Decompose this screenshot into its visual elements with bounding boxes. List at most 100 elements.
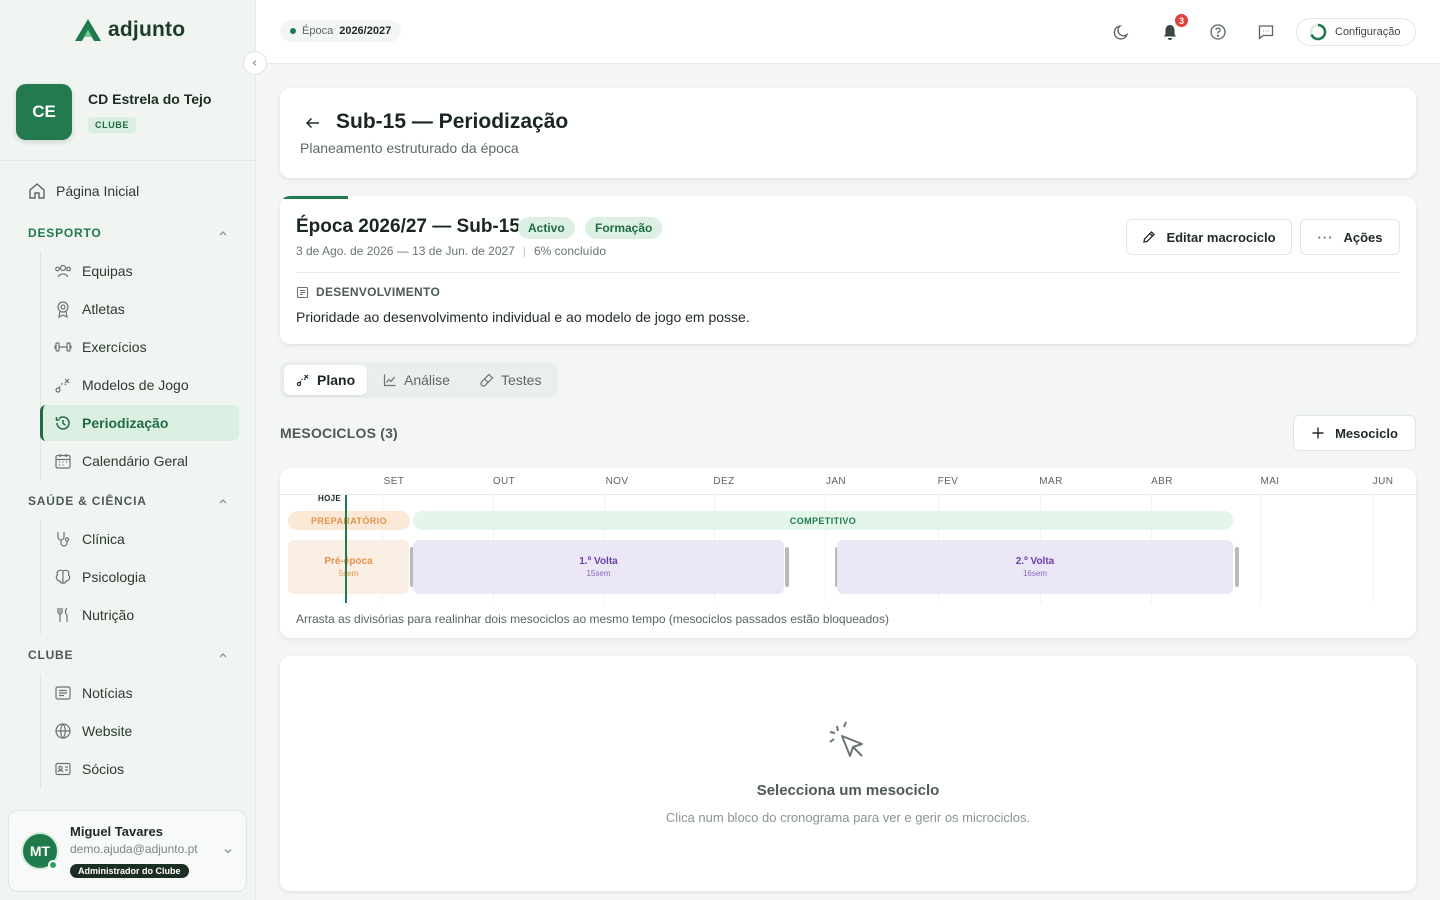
today-marker-label: HOJE (318, 494, 341, 503)
page-subtitle: Planeamento estruturado da época (300, 140, 519, 156)
month-label: OUT (492, 476, 516, 487)
sidebar-item-label: Nutrição (82, 607, 135, 623)
edit-macrocycle-button[interactable]: Editar macrociclo (1126, 219, 1292, 255)
mesocycle-name: Pré-época (324, 556, 373, 567)
sidebar-item-label: Periodização (82, 415, 169, 431)
season-value: 2026/2027 (339, 25, 392, 37)
sidebar-item-nutricao[interactable]: Nutrição (40, 597, 239, 633)
month-label: MAR (1039, 476, 1063, 487)
sidebar: adjunto CE CD Estrela do Tejo CLUBE Pági… (0, 0, 256, 900)
more-horizontal-icon: ··· (1317, 229, 1334, 245)
sidebar-item-exercicios[interactable]: Exercícios (40, 329, 239, 365)
actions-label: Ações (1343, 229, 1383, 245)
sidebar-item-psicologia[interactable]: Psicologia (40, 559, 239, 595)
today-marker-line (345, 495, 347, 603)
month-label: MAI (1260, 476, 1280, 487)
stethoscope-icon (54, 530, 72, 548)
season-selector[interactable]: Época 2026/2027 (280, 20, 402, 42)
sidebar-item-calendario-geral[interactable]: Calendário Geral (40, 443, 239, 479)
messages-button[interactable] (1254, 20, 1278, 44)
help-circle-icon (1210, 24, 1226, 40)
sidebar-collapse-button[interactable] (243, 51, 267, 75)
chevron-up-icon (219, 499, 227, 504)
calendar-icon (54, 452, 72, 470)
focus-label-text: DESENVOLVIMENTO (316, 285, 441, 299)
brain-icon (54, 568, 72, 586)
tab-label: Análise (404, 372, 450, 388)
chevron-up-icon (219, 653, 227, 658)
section-clube[interactable]: CLUBE (28, 648, 228, 662)
sidebar-item-equipas[interactable]: Equipas (40, 253, 239, 289)
dark-mode-toggle[interactable] (1110, 20, 1134, 44)
macrocycle-progress-bar (280, 196, 348, 199)
arrow-left-icon[interactable] (304, 114, 322, 132)
sidebar-item-label: Website (82, 723, 133, 739)
sidebar-item-label: Clínica (82, 531, 125, 547)
sidebar-item-home[interactable]: Página Inicial (28, 173, 227, 209)
sidebar-item-label: Atletas (82, 301, 125, 317)
section-saude-ciencia[interactable]: SAÚDE & CIÊNCIA (28, 494, 228, 508)
club-switcher[interactable]: CE CD Estrela do Tejo CLUBE (16, 84, 240, 140)
sidebar-item-clinica[interactable]: Clínica (40, 521, 239, 557)
newspaper-icon (54, 684, 72, 702)
sidebar-item-periodizacao[interactable]: Periodização (40, 405, 239, 441)
configuration-label: Configuração (1335, 26, 1401, 38)
focus-description: Prioridade ao desenvolvimento individual… (296, 309, 750, 325)
mesocycle-divider-handle[interactable] (1235, 547, 1239, 587)
sidebar-item-noticias[interactable]: Notícias (40, 675, 239, 711)
club-type-badge: CLUBE (88, 117, 136, 133)
user-menu[interactable]: MT Miguel Tavares demo.ajuda@adjunto.pt … (8, 810, 247, 892)
mesocycle-name: 2.º Volta (1015, 556, 1055, 567)
chevron-up-icon (219, 231, 227, 236)
edit-macrocycle-label: Editar macrociclo (1166, 229, 1276, 245)
tactics-icon (54, 376, 72, 394)
tab-testes[interactable]: Testes (468, 365, 553, 395)
user-email: demo.ajuda@adjunto.pt (70, 842, 198, 856)
sidebar-divider (0, 160, 255, 161)
test-tube-icon (480, 373, 494, 387)
configuration-button[interactable]: Configuração (1296, 18, 1416, 46)
page-header: Sub-15 — Periodização Planeamento estrut… (280, 88, 1416, 178)
macrocycle-meta: 3 de Ago. de 2026 — 13 de Jun. de 2027 |… (296, 244, 606, 258)
topbar: Época 2026/2027 3 Configuração (256, 0, 1440, 64)
sidebar-item-website[interactable]: Website (40, 713, 239, 749)
mesocycle-divider-handle[interactable] (785, 547, 789, 587)
help-button[interactable] (1206, 20, 1230, 44)
sidebar-item-atletas[interactable]: Atletas (40, 291, 239, 327)
month-label: JUN (1372, 476, 1394, 487)
brand-name: adjunto (108, 18, 186, 41)
sidebar-item-label: Notícias (82, 685, 133, 701)
page-title: Sub-15 — Periodização (336, 110, 569, 133)
tab-plano[interactable]: Plano (284, 365, 368, 395)
tab-label: Testes (501, 372, 542, 388)
mesocycle-name: 1.º Volta (579, 556, 618, 567)
sidebar-item-label: Psicologia (82, 569, 146, 585)
adjunto-logo-icon (75, 19, 101, 41)
sidebar-item-modelos-de-jogo[interactable]: Modelos de Jogo (40, 367, 239, 403)
category-badge: Formação (585, 217, 663, 239)
macrocycle-progress-text: 6% concluído (533, 244, 607, 258)
user-name: Miguel Tavares (70, 824, 163, 839)
month-label: NOV (605, 476, 629, 487)
month-gridline (1373, 495, 1374, 603)
actions-menu-button[interactable]: ··· Ações (1300, 219, 1400, 255)
sidebar-item-label: Calendário Geral (82, 453, 188, 469)
add-mesocycle-button[interactable]: Mesociclo (1293, 415, 1416, 451)
mesocycle-block-pre-epoca[interactable]: Pré-época 5sem (288, 540, 409, 594)
tab-analise[interactable]: Análise (371, 365, 462, 395)
microcycle-empty-state: Selecciona um mesociclo Clica num bloco … (280, 656, 1416, 891)
message-square-icon (1258, 25, 1274, 40)
sidebar-item-socios[interactable]: Sócios (40, 751, 239, 787)
mesocycle-block-1-volta[interactable]: 1.º Volta 15sem (413, 540, 784, 594)
macrocycle-title: Época 2026/27 — Sub-15 (296, 216, 520, 237)
status-badge: Activo (518, 217, 575, 239)
empty-state-title: Selecciona um mesociclo (756, 782, 940, 799)
divider (296, 272, 1400, 273)
focus-label: DESENVOLVIMENTO (296, 285, 440, 299)
brand-logo[interactable]: adjunto (74, 18, 185, 42)
season-status-dot (290, 28, 296, 34)
sidebar-item-label: Exercícios (82, 339, 147, 355)
sidebar-item-label: Sócios (82, 761, 125, 777)
section-desporto[interactable]: DESPORTO (28, 226, 228, 240)
mesocycle-block-2-volta[interactable]: 2.º Volta 16sem (837, 540, 1233, 594)
